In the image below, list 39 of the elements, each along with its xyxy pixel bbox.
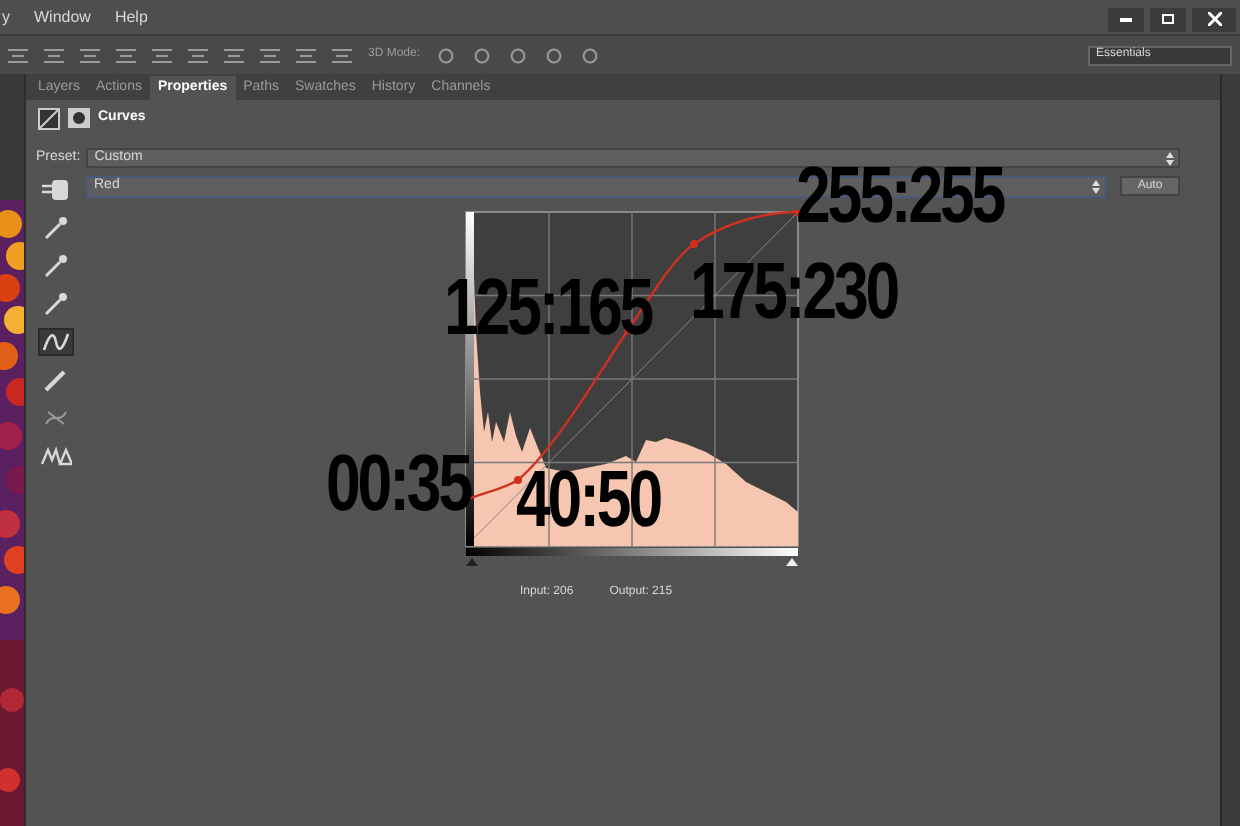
- tool-button[interactable]: [38, 441, 74, 469]
- align-icon[interactable]: [260, 47, 280, 63]
- close-button[interactable]: [1192, 7, 1236, 31]
- updown-arrow-icon: [1166, 151, 1174, 166]
- align-icon[interactable]: [188, 47, 208, 63]
- align-icon[interactable]: [80, 47, 100, 63]
- point-annotation: 175:230: [690, 252, 898, 332]
- minimize-button[interactable]: [1108, 7, 1144, 31]
- eyedropper-icon: [44, 215, 68, 239]
- align-icon[interactable]: [116, 47, 136, 63]
- 3d-tool-icon[interactable]: [436, 47, 457, 63]
- 3d-tool-icon[interactable]: [544, 47, 565, 63]
- align-icon[interactable]: [296, 47, 316, 63]
- close-icon: [1207, 12, 1221, 26]
- 3d-tool-icon[interactable]: [508, 47, 529, 63]
- tool-button[interactable]: [38, 175, 74, 203]
- smooth-curve-icon: [44, 407, 68, 427]
- eyedropper-icon: [44, 291, 68, 315]
- menu-item[interactable]: Help: [114, 5, 148, 29]
- align-icon[interactable]: [8, 47, 28, 63]
- curve-icon: [42, 331, 70, 351]
- 3d-tool-icon[interactable]: [580, 47, 601, 63]
- tool-button[interactable]: [38, 327, 74, 355]
- mask-icon: [68, 108, 90, 128]
- point-annotation: 40:50: [516, 460, 660, 540]
- align-icon[interactable]: [224, 47, 244, 63]
- menu-item[interactable]: Window: [34, 5, 91, 29]
- align-icon[interactable]: [152, 47, 172, 63]
- clipping-warning-icon: [40, 445, 72, 465]
- eyedropper-icon: [44, 253, 68, 277]
- point-annotation: 00:35: [326, 444, 470, 524]
- restore-button[interactable]: [1150, 7, 1186, 31]
- menu-item[interactable]: y: [2, 5, 10, 29]
- 3d-tool-icon[interactable]: [472, 47, 493, 63]
- curves-adjustment-icon: [38, 107, 60, 129]
- pencil-icon: [44, 367, 68, 391]
- align-icon[interactable]: [44, 47, 64, 63]
- align-icon[interactable]: [332, 47, 352, 63]
- updown-arrow-icon: [1092, 179, 1100, 193]
